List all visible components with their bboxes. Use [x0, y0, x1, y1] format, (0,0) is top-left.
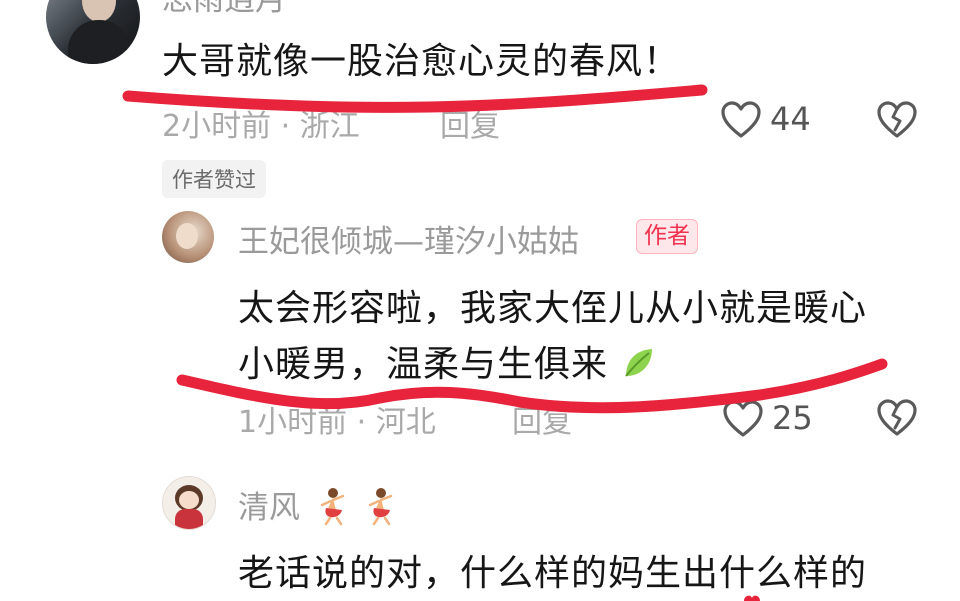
avatar-comment-2[interactable]	[162, 211, 214, 263]
dancer-emoji-icon	[320, 488, 345, 526]
comment-1-location: 浙江	[299, 109, 360, 144]
avatar-comment-3[interactable]	[162, 476, 216, 530]
comment-2-like-button[interactable]: 25	[722, 397, 822, 441]
comment-2-text-line-2-content: 小暖男，温柔与生俱来	[238, 344, 609, 385]
comment-2-text-line-1: 太会形容啦，我家大侄儿从小就是暖心	[238, 288, 868, 329]
comment-2-time: 1小时前	[238, 405, 348, 440]
comment-2-username[interactable]: 王妃很倾城—瑾汐小姑姑	[238, 216, 579, 261]
comment-2-reply-button[interactable]: 回复	[512, 397, 572, 441]
comment-1-like-count: 44	[770, 100, 811, 138]
partial-heart-emoji-icon	[744, 595, 760, 601]
comment-3-username[interactable]: 清风	[238, 482, 398, 527]
author-badge: 作者	[636, 219, 698, 254]
leaf-emoji-icon	[625, 349, 653, 377]
meta-dot: ·	[356, 405, 376, 440]
meta-dot: ·	[280, 109, 300, 144]
heart-outline-icon	[721, 101, 761, 138]
author-liked-chip: 作者赞过	[162, 160, 266, 198]
avatar-comment-1[interactable]	[46, 0, 140, 64]
comment-1-time: 2小时前	[162, 109, 272, 144]
comment-2-like-count: 25	[772, 399, 813, 437]
dancer-emoji-icon	[368, 488, 392, 526]
broken-heart-icon[interactable]	[876, 398, 918, 438]
comment-1-reply-button[interactable]: 回复	[440, 101, 500, 145]
comment-2-location: 河北	[375, 405, 436, 440]
comment-1-like-button[interactable]: 44	[720, 98, 820, 142]
comment-2-text-line-2: 小暖男，温柔与生俱来	[238, 335, 658, 387]
comment-3-username-text: 清风	[238, 490, 300, 526]
comment-1-meta: 2小时前 · 浙江	[162, 101, 360, 145]
heart-outline-icon	[723, 400, 763, 437]
broken-heart-icon[interactable]	[876, 100, 918, 140]
comment-1-text: 大哥就像一股治愈心灵的春风！	[162, 41, 681, 82]
comment-2-meta: 1小时前 · 河北	[238, 397, 436, 441]
comment-1-username[interactable]: 思雨逍月	[162, 0, 286, 19]
comment-3-text: 老话说的对，什么样的妈生出什么样的	[238, 553, 868, 594]
